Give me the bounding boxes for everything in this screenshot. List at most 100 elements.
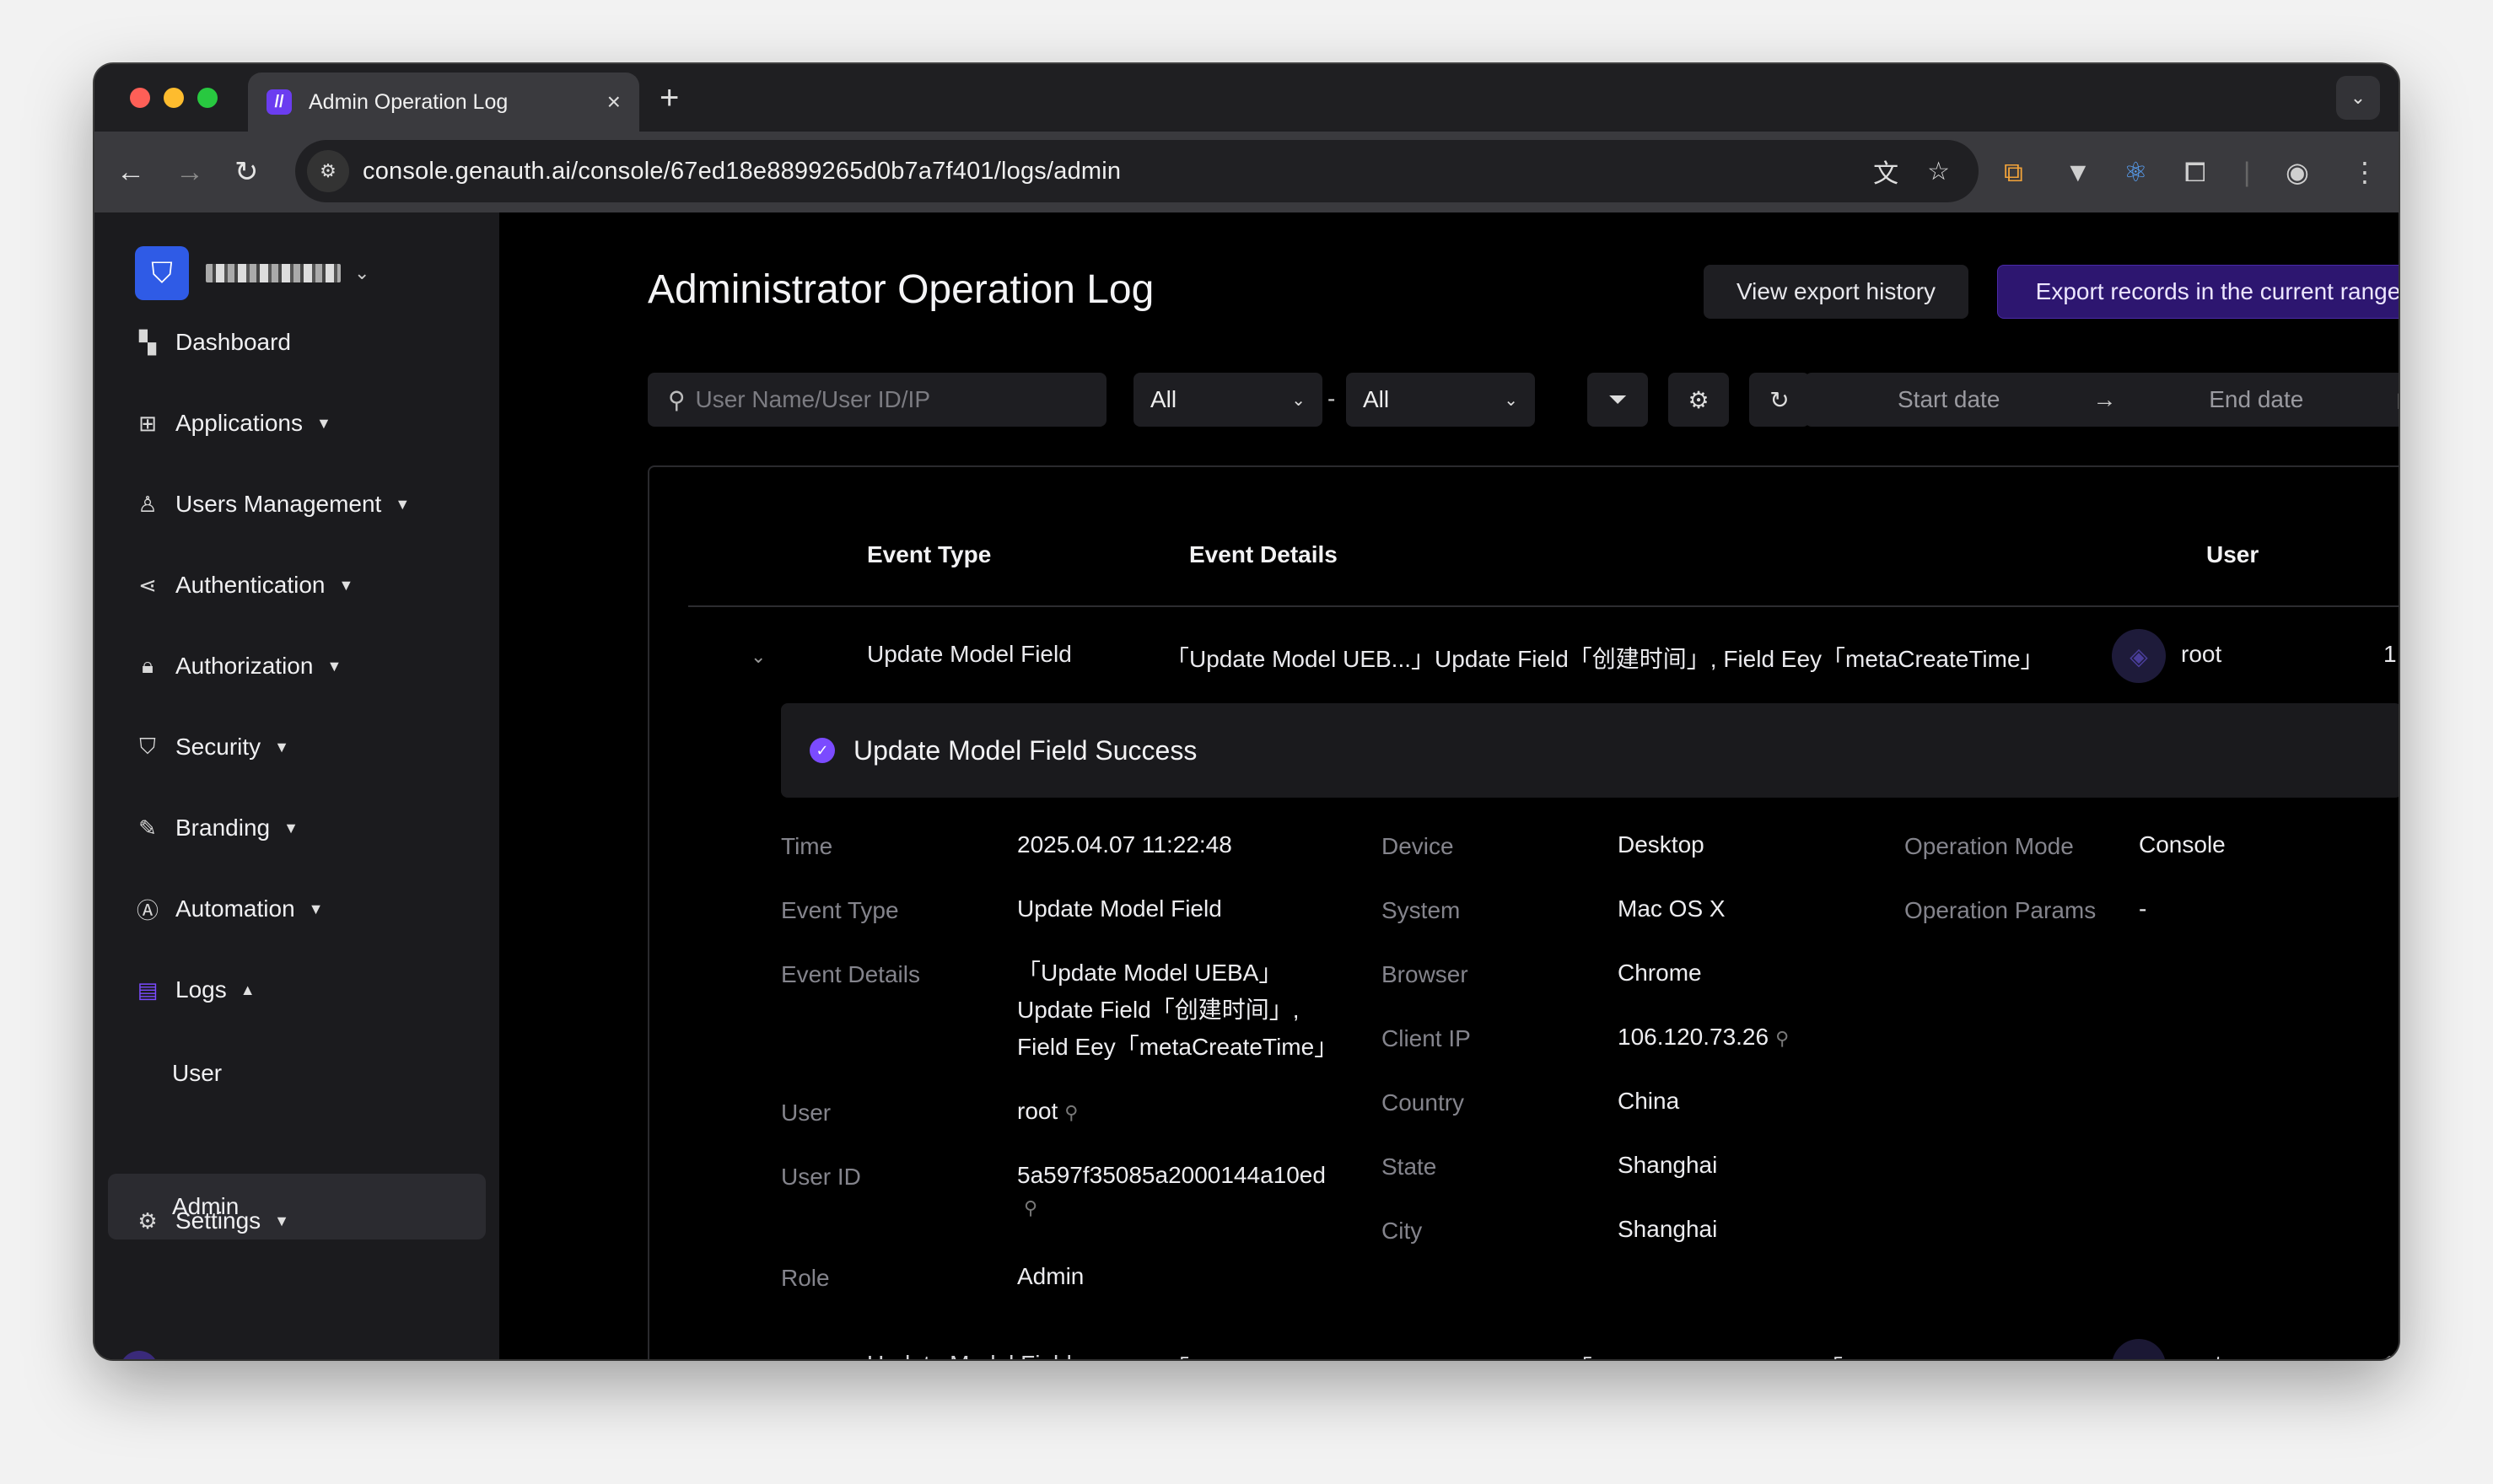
sidebar-item-authorization[interactable]: 🔒︎ Authorization ▼: [135, 649, 342, 683]
browser-tab[interactable]: // Admin Operation Log ×: [248, 73, 639, 132]
refresh-icon: ↻: [1769, 386, 1790, 413]
value-event-details-line1: 「Update Model UEBA」: [1017, 960, 1283, 986]
back-arrow-icon[interactable]: ←: [116, 153, 145, 191]
row-ip: 1: [2383, 1351, 2397, 1359]
browser-menu-icon[interactable]: ⋮: [2351, 155, 2378, 189]
sidebar-item-logs[interactable]: ▤ Logs ▲: [135, 973, 256, 1007]
label-event-type: Event Type: [781, 897, 899, 923]
search-input[interactable]: [695, 386, 1084, 413]
row-event-details: 「Update Model UEB...」Update Field「Exampl…: [1166, 1351, 1904, 1359]
sidebar-item-label: Settings: [175, 1207, 261, 1234]
translate-icon[interactable]: 文: [1873, 153, 1898, 190]
tab-close-icon[interactable]: ×: [607, 89, 621, 116]
caret-down-icon: ▼: [274, 738, 289, 755]
sidebar-item-label: Branding: [175, 815, 271, 841]
sidebar-item-users-management[interactable]: ♙ Users Management ▼: [135, 487, 410, 521]
value-system: Mac OS X: [1618, 895, 1726, 922]
value-user-id: 5a597f35085a2000144a10ed: [1017, 1162, 1326, 1188]
value-state: Shanghai: [1618, 1152, 1718, 1178]
tab-title: Admin Operation Log: [309, 89, 509, 114]
extension-react-icon[interactable]: ⚛: [2124, 155, 2148, 189]
caret-down-icon: ▼: [283, 819, 299, 836]
sidebar-item-settings[interactable]: ⚙ Settings ▼: [135, 1204, 289, 1238]
forward-arrow-icon[interactable]: →: [175, 153, 204, 191]
extension-copy-icon[interactable]: ⧉: [2004, 155, 2023, 189]
browser-toolbar: ← → ↻ ⚙ console.genauth.ai/console/67ed1…: [94, 132, 2399, 212]
maximize-window-button[interactable]: [197, 88, 218, 108]
date-range-picker[interactable]: Start date → End date ▦: [1805, 373, 2399, 427]
value-event-details-line3: Field Eey「metaCreateTime」: [1017, 1034, 1338, 1060]
sidebar-item-branding[interactable]: ✎ Branding ▼: [135, 811, 299, 845]
tab-search-button[interactable]: ⌄: [2336, 76, 2380, 120]
search-field[interactable]: ⚲: [648, 373, 1107, 427]
url-text[interactable]: console.genauth.ai/console/67ed18e889926…: [363, 158, 1873, 186]
row-event-type: Update Model Field: [867, 1351, 1072, 1359]
book-icon[interactable]: ⎕: [318, 1357, 369, 1360]
extensions-puzzle-icon[interactable]: ⧠: [2184, 155, 2206, 189]
sidebar-item-label: Automation: [175, 895, 295, 922]
org-name-redacted: [206, 264, 341, 282]
search-icon[interactable]: ⚲: [1064, 1102, 1078, 1123]
sidebar-item-security[interactable]: ⛉ Security ▼: [135, 730, 289, 764]
gear-icon: ⚙: [137, 1207, 158, 1234]
settings-button[interactable]: ⚙: [1668, 373, 1729, 427]
select-value: All: [1363, 386, 1390, 412]
search-icon[interactable]: ⚲: [1024, 1197, 1037, 1219]
value-country: China: [1618, 1088, 1680, 1114]
automation-icon: Ⓐ: [136, 897, 159, 923]
sidebar-item-applications[interactable]: ⊞ Applications ▼: [135, 406, 331, 440]
label-role: Role: [781, 1265, 830, 1291]
filter-icon: ⏷: [1607, 385, 1628, 412]
tab-bar: // Admin Operation Log × + ⌄: [94, 64, 2399, 132]
column-header-user: User: [2206, 541, 2259, 567]
event-subtype-select[interactable]: All ⌄: [1346, 373, 1535, 427]
sidebar-item-automation[interactable]: Ⓐ Automation ▼: [135, 892, 323, 926]
close-window-button[interactable]: [130, 88, 150, 108]
sidebar-subitem-user[interactable]: User: [108, 1040, 486, 1106]
start-date-input[interactable]: Start date: [1898, 386, 2000, 413]
end-date-input[interactable]: End date: [2209, 386, 2303, 413]
label-browser: Browser: [1381, 961, 1468, 987]
sidebar-item-label: Authorization: [175, 653, 314, 679]
row-user[interactable]: root: [2181, 1351, 2221, 1359]
reload-icon[interactable]: ↻: [234, 153, 259, 191]
value-event-details-line2: Update Field「创建时间」,: [1017, 997, 1300, 1023]
bookmark-star-icon[interactable]: ☆: [1927, 157, 1950, 186]
new-tab-button[interactable]: +: [660, 79, 679, 117]
export-records-button[interactable]: Export records in the current range: [1997, 265, 2399, 319]
shield-logo-icon: ⛉: [135, 246, 189, 300]
refresh-button[interactable]: ↻: [1749, 373, 1810, 427]
row-event-type: Update Model Field: [867, 641, 1072, 667]
org-switcher[interactable]: ⛉ ⌄: [135, 246, 369, 300]
row-user[interactable]: root: [2181, 641, 2221, 668]
more-icon[interactable]: ···: [423, 1357, 474, 1359]
dashboard-icon: ▚: [139, 329, 156, 355]
view-export-history-button[interactable]: View export history: [1704, 265, 1968, 319]
site-info-icon[interactable]: ⚙: [307, 150, 349, 192]
search-icon[interactable]: ⚲: [1775, 1028, 1789, 1049]
shield-icon: ⛉: [139, 734, 156, 759]
bot-avatar-icon[interactable]: ◈: [120, 1351, 159, 1359]
sidebar-item-label: Logs: [175, 976, 227, 1003]
link-icon[interactable]: ⚭: [213, 1357, 264, 1360]
value-operation-params: -: [2139, 895, 2147, 922]
event-type-select[interactable]: All ⌄: [1133, 373, 1322, 427]
sidebar-item-label: Users Management: [175, 491, 382, 517]
browser-window: // Admin Operation Log × + ⌄ ← → ↻ ⚙ con…: [94, 64, 2399, 1359]
profile-icon[interactable]: ◉: [2286, 155, 2309, 189]
row-event-details: 「Update Model UEB...」Update Field「创建时间」,…: [1166, 646, 2044, 672]
minimize-window-button[interactable]: [164, 88, 184, 108]
filter-button[interactable]: ⏷: [1587, 373, 1648, 427]
sidebar-item-dashboard[interactable]: ▚ Dashboard: [135, 325, 291, 359]
page-title: Administrator Operation Log: [648, 267, 1155, 312]
calendar-icon: ▦: [2396, 388, 2399, 412]
sidebar-item-authentication[interactable]: ⋖ Authentication ▼: [135, 568, 353, 602]
label-country: Country: [1381, 1089, 1465, 1116]
user-icon: ♙: [137, 491, 158, 517]
address-bar[interactable]: ⚙ console.genauth.ai/console/67ed18e8899…: [295, 140, 1979, 202]
label-operation-mode: Operation Mode: [1904, 833, 2074, 859]
extension-v-icon[interactable]: ▼: [2065, 155, 2092, 189]
event-status-banner: ✓ Update Model Field Success: [781, 703, 2399, 798]
chevron-down-icon[interactable]: ⌄: [751, 646, 766, 668]
value-role: Admin: [1017, 1263, 1085, 1289]
